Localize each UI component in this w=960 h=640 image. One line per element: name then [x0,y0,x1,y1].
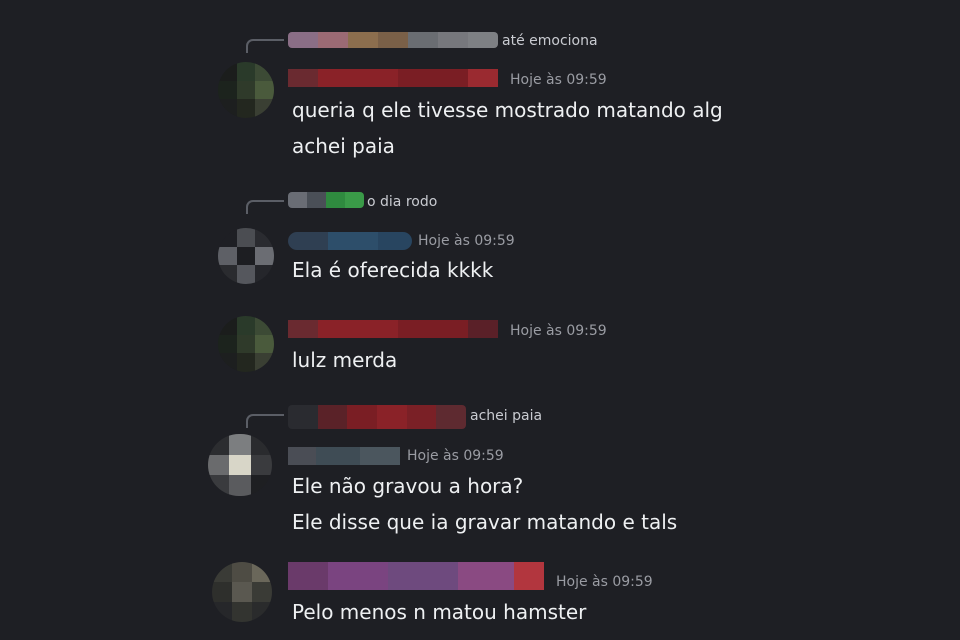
reply-connector [246,39,284,53]
message-text: Ela é oferecida kkkk [292,258,494,282]
reply-preview-text[interactable]: o dia rodo [367,194,437,210]
username-blurred[interactable] [288,69,498,87]
timestamp: Hoje às 09:59 [407,448,504,464]
reply-preview-text[interactable]: achei paia [470,408,542,424]
message-text: Ele não gravou a hora? [292,474,524,498]
timestamp: Hoje às 09:59 [510,323,607,339]
timestamp: Hoje às 09:59 [556,574,653,590]
message-text: queria q ele tivesse mostrado matando al… [292,98,723,122]
timestamp: Hoje às 09:59 [418,233,515,249]
reply-connector [246,200,284,214]
avatar[interactable] [218,62,274,118]
reply-connector [246,414,284,428]
avatar[interactable] [218,228,274,284]
avatar[interactable] [212,562,272,622]
avatar[interactable] [218,316,274,372]
message-text: achei paia [292,134,395,158]
reply-username-blurred[interactable] [288,192,364,208]
avatar[interactable] [208,434,272,496]
username-blurred[interactable] [288,447,400,465]
timestamp: Hoje às 09:59 [510,72,607,88]
message-text: Pelo menos n matou hamster [292,600,587,624]
reply-username-blurred[interactable] [288,405,466,429]
reply-preview-text[interactable]: até emociona [502,33,598,49]
username-blurred[interactable] [288,562,544,590]
message-text: lulz merda [292,348,398,372]
username-blurred[interactable] [288,232,412,250]
message-text: Ele disse que ia gravar matando e tals [292,510,678,534]
reply-username-blurred[interactable] [288,32,498,48]
username-blurred[interactable] [288,320,498,338]
